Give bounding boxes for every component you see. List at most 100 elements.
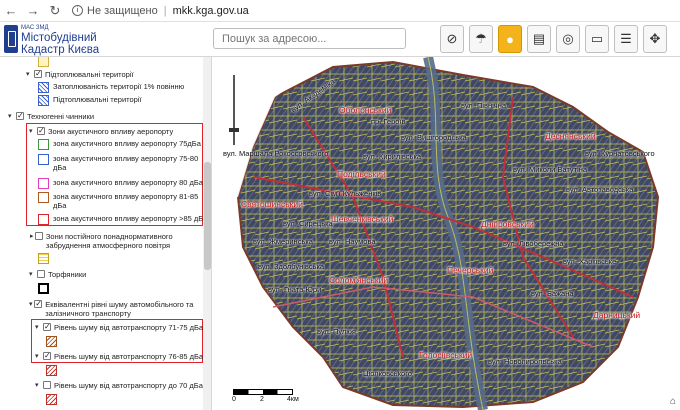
- layer-group-noise[interactable]: ▾ Еквівалентні рівні шуму автомобільного…: [29, 299, 199, 318]
- pegman-icon[interactable]: ●: [498, 25, 522, 53]
- street-label: вул. Курнатовського: [585, 149, 655, 158]
- street-label: вул. Жмеринська: [253, 237, 313, 246]
- collapse-icon[interactable]: ⌂: [670, 396, 676, 407]
- legend-label: зона акустичного впливу аеропорту 81-85 …: [53, 192, 199, 210]
- sidebar-scrollbar[interactable]: [203, 57, 211, 410]
- legend-item: зона акустичного впливу аеропорту 80 дБа: [38, 178, 203, 189]
- layer-checkbox[interactable]: [43, 351, 51, 360]
- map-toolbar: ⊘ ☂ ● ▤ ◎ ▭ ☰ ✥: [440, 25, 672, 53]
- legend-item: зона акустичного впливу аеропорту >85 дБ…: [38, 214, 207, 225]
- security-label: Не защищено: [87, 4, 158, 17]
- district-label: Оболонський: [339, 105, 392, 115]
- layer-checkbox[interactable]: [34, 299, 43, 308]
- legend-label: Затоплюваність території 1% повінню: [53, 82, 185, 91]
- url-text[interactable]: mkk.kga.gov.ua: [173, 5, 249, 17]
- district-label: Дніпровський: [481, 219, 534, 229]
- legend-swatch: [38, 95, 49, 106]
- chevron-down-icon[interactable]: ▾: [29, 270, 37, 279]
- street-label: вул. Лівобережна: [503, 239, 564, 248]
- layer-label: Торфяники: [48, 270, 87, 279]
- legend-item: зона акустичного впливу аеропорту 81-85 …: [38, 192, 200, 210]
- street-label: вул. Бажана: [531, 289, 574, 298]
- district-label: Солом'янський: [329, 275, 389, 285]
- layer-checkbox[interactable]: [43, 381, 51, 389]
- zoom-slider[interactable]: [226, 75, 242, 145]
- legend-item: зона акустичного впливу аеропорту 75дБа: [38, 139, 201, 150]
- district-label: Деснянський: [545, 131, 596, 141]
- legend-label: зона акустичного впливу аеропорту 75дБа: [53, 139, 201, 148]
- forward-icon[interactable]: →: [22, 0, 44, 22]
- layer-checkbox[interactable]: [34, 69, 42, 78]
- legend-swatch: [38, 214, 49, 225]
- layer-label: Рівень шуму від автотранспорту 71-75 дБа: [54, 323, 204, 332]
- layer-checkbox[interactable]: [43, 322, 51, 331]
- back-icon[interactable]: ←: [0, 0, 22, 22]
- layer-group-air[interactable]: ▸ Зони постійного понаднормативного забр…: [30, 232, 200, 250]
- address-bar[interactable]: i Не защищено | mkk.kga.gov.ua: [72, 5, 249, 17]
- layer-group-technogenic[interactable]: ▾ Техногенні чинники: [8, 111, 95, 121]
- zoom-handle[interactable]: [229, 128, 239, 132]
- street-label: вул. Сім'ї Кульженків: [309, 189, 382, 198]
- layer-label: Рівень шуму від автотранспорту до 70 дБа: [54, 381, 203, 390]
- legend-swatch: [38, 192, 49, 203]
- chevron-down-icon[interactable]: ▾: [35, 352, 43, 361]
- legend-item: [46, 365, 61, 376]
- street-label: вул. Харківське: [563, 257, 617, 266]
- title-line-2: Кадастр Києва: [21, 44, 100, 56]
- district-label: Подільський: [337, 169, 386, 179]
- layer-noise-71-75[interactable]: ▾ Рівень шуму від автотранспорту 71-75 д…: [35, 322, 204, 332]
- district-label: Святошинський: [241, 199, 303, 209]
- layer-group-airport[interactable]: ▾ Зони акустичного впливу аеропорту: [29, 126, 174, 136]
- street-label: вул. Автозаводська: [566, 185, 634, 194]
- street-label: вул. Гната Юри: [268, 285, 322, 294]
- street-label: вул. Новопирогівська: [488, 357, 562, 366]
- street-label: пр. Героїв: [371, 117, 406, 126]
- kyiv-logo-icon[interactable]: [4, 25, 18, 53]
- street-label: вул. Північна: [461, 101, 507, 110]
- ruler-icon[interactable]: ▭: [585, 25, 609, 53]
- layer-checkbox[interactable]: [37, 270, 45, 278]
- chevron-down-icon[interactable]: ▾: [29, 127, 37, 136]
- scrollbar-thumb[interactable]: [204, 162, 211, 270]
- address-search-input[interactable]: [213, 28, 406, 49]
- street-label: вул. Кирилівська: [363, 152, 422, 161]
- info-icon[interactable]: i: [72, 5, 83, 16]
- legend-item: Затоплюваність території 1% повінню: [38, 82, 184, 93]
- layer-checkbox[interactable]: [16, 111, 24, 120]
- layer-label: Техногенні чинники: [27, 112, 95, 121]
- legend-swatch: [38, 139, 49, 150]
- street-label: вул. Здолбунівська: [258, 262, 325, 271]
- zoom-track: [233, 75, 235, 145]
- umbrella-icon[interactable]: ☂: [469, 25, 493, 53]
- layer-label: Еквівалентні рівні шуму автомобільного т…: [45, 300, 194, 318]
- layer-checkbox[interactable]: [37, 126, 45, 135]
- district-label: Шевченківський: [331, 214, 394, 224]
- chevron-down-icon[interactable]: ▾: [35, 323, 43, 332]
- legend-swatch: [46, 365, 57, 376]
- layer-group-peat[interactable]: ▾ Торфяники: [29, 270, 86, 279]
- legend-swatch: [46, 336, 57, 347]
- chevron-down-icon[interactable]: ▾: [35, 381, 43, 390]
- layer-checkbox[interactable]: [34, 232, 43, 240]
- layer-noise-76-85[interactable]: ▾ Рівень шуму від автотранспорту 76-85 д…: [35, 351, 203, 361]
- legend-item: [46, 394, 61, 405]
- map-canvas[interactable]: Оболонський Деснянський Подільський Свят…: [213, 57, 680, 410]
- layers-sidebar: ▾ Підтоплювальні території Затоплюваніст…: [0, 57, 212, 410]
- compass-icon[interactable]: ◎: [556, 25, 580, 53]
- no-layers-icon[interactable]: ⊘: [440, 25, 464, 53]
- chevron-down-icon[interactable]: ▾: [8, 112, 16, 121]
- layer-noise-70[interactable]: ▾ Рівень шуму від автотранспорту до 70 д…: [35, 381, 203, 390]
- layer-label: Зони постійного понаднормативного забруд…: [45, 232, 173, 250]
- layers-panel-icon[interactable]: ☰: [614, 25, 638, 53]
- app-title[interactable]: МАС ЗМД Містобудівний Кадастр Києва: [21, 25, 99, 56]
- layer-label: Зони акустичного впливу аеропорту: [48, 127, 174, 136]
- clipboard-icon[interactable]: ▤: [527, 25, 551, 53]
- reload-icon[interactable]: ↻: [44, 0, 66, 22]
- chevron-down-icon[interactable]: ▾: [26, 70, 34, 79]
- legend-swatch: [38, 82, 49, 93]
- layer-group-flooding[interactable]: ▾ Підтоплювальні території: [26, 69, 134, 79]
- scale-bar: 0 2 4км: [232, 389, 303, 405]
- street-label: вул. Наумова: [329, 237, 376, 246]
- street-label: вул. Вишгородська: [401, 133, 467, 142]
- move-icon[interactable]: ✥: [643, 25, 667, 53]
